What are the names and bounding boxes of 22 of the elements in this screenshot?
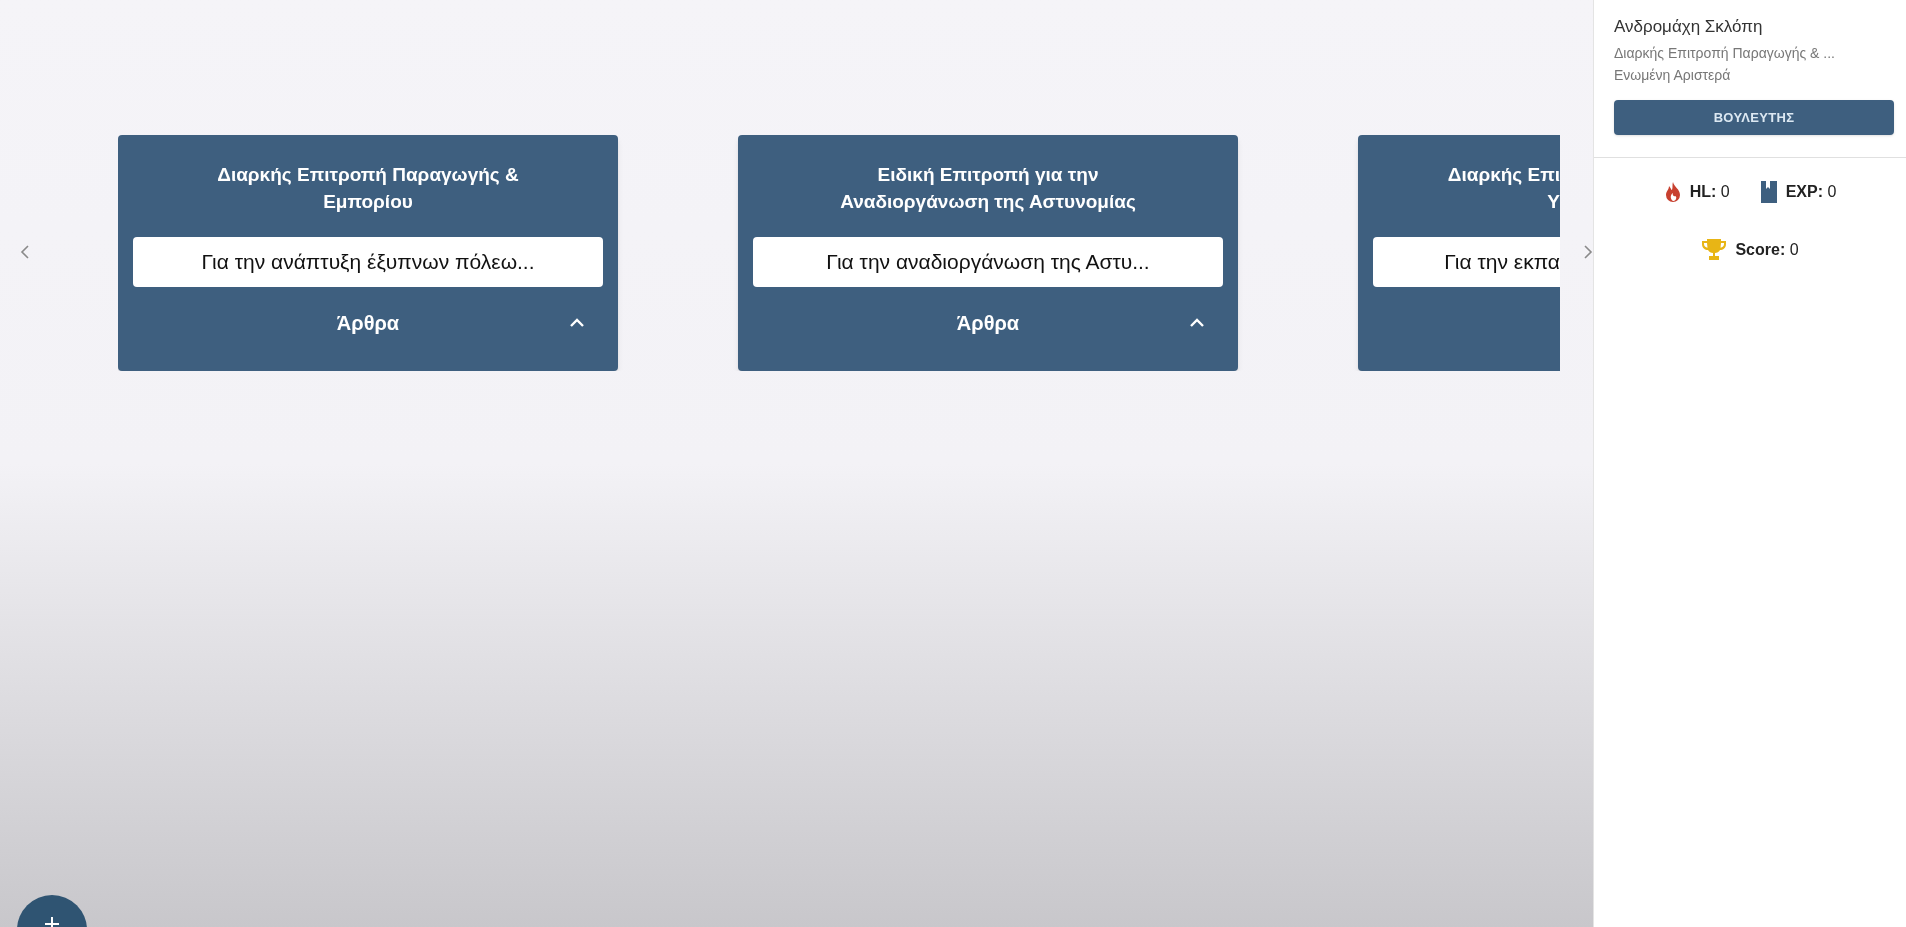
summary-field[interactable]: Για την εκπα (1373, 237, 1560, 287)
summary-field[interactable]: Για την ανάπτυξη έξυπνων πόλεω... (133, 237, 603, 287)
book-icon (1759, 180, 1778, 204)
card-title: Ειδική Επιτροπή για την Αναδιοργάνωση της Αστυνομίας (839, 163, 1137, 214)
caret-up-icon[interactable] (1189, 318, 1205, 328)
summary-field[interactable]: Για την αναδιοργάνωση της Αστυ... (753, 237, 1223, 287)
plus-icon (45, 917, 59, 927)
card-title: Διαρκής Επιτροπή Παραγωγής & Εμπορίου (216, 163, 520, 214)
caret-up-icon[interactable] (569, 318, 585, 328)
articles-label[interactable]: Άρθρα (336, 308, 400, 338)
stat-text: EXP: 0 (1785, 182, 1837, 202)
flame-icon (1663, 181, 1682, 203)
card-title: Διαρκής Επι (1447, 163, 1560, 187)
party-text: Ενωμένη Αριστερά (1614, 66, 1732, 85)
trophy-icon (1701, 238, 1728, 262)
committee-text: Διαρκής Επιτροπή Παραγωγής & ... (1614, 44, 1836, 63)
member-name: Ανδρομάχη Σκλόπη (1614, 16, 1764, 38)
stat-text: HL: 0 (1689, 182, 1730, 202)
card-title: Υ (1547, 190, 1560, 214)
role-button[interactable]: ΒΟΥΛΕΥΤΗΣ (1614, 100, 1894, 135)
articles-label[interactable]: Άρθρα (956, 308, 1020, 338)
stat-text: Score: 0 (1735, 240, 1799, 260)
